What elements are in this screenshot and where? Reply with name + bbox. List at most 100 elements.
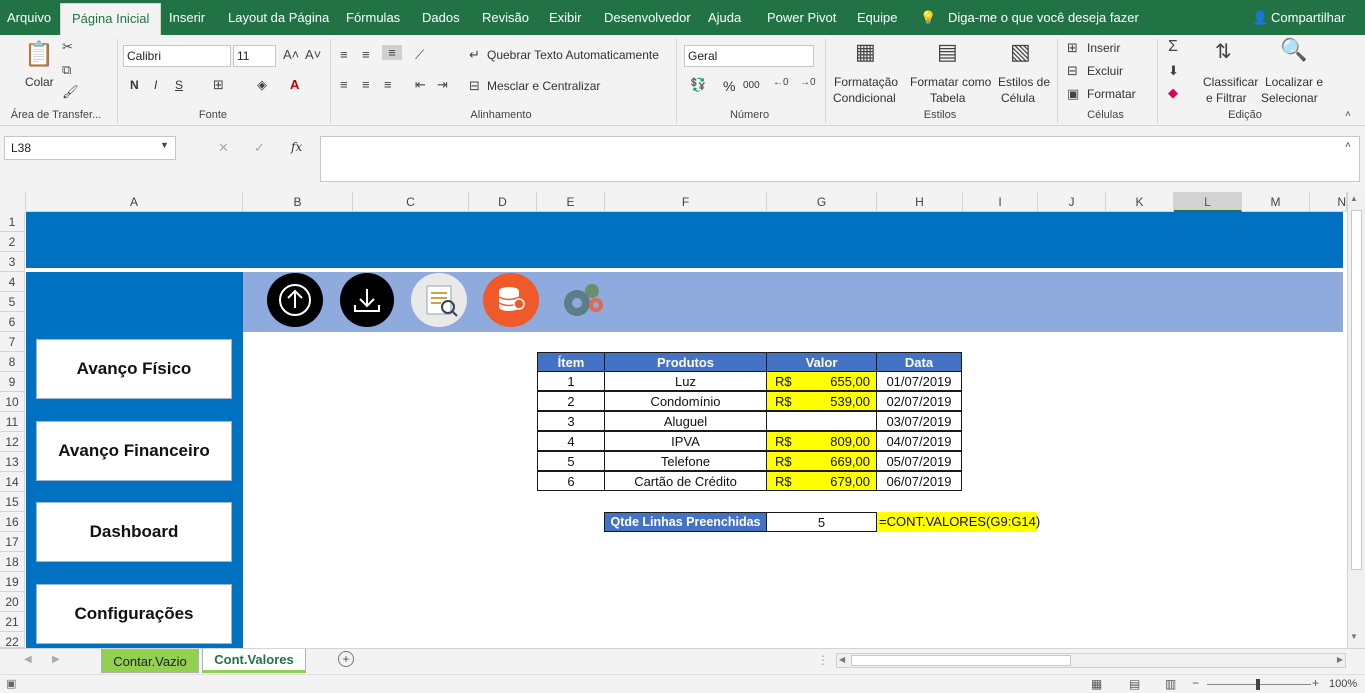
align-middle-icon[interactable]: ≡ xyxy=(362,47,370,62)
scroll-down-icon[interactable]: ▼ xyxy=(1350,632,1358,641)
row-header[interactable]: 19 xyxy=(0,572,25,592)
row-header[interactable]: 3 xyxy=(0,252,25,272)
delete-cells-button[interactable]: Excluir xyxy=(1087,64,1123,78)
row-header[interactable]: 8 xyxy=(0,352,25,372)
summary-formula-note[interactable]: =CONT.VALORES(G9:G14) xyxy=(877,512,1040,532)
row-header[interactable]: 6 xyxy=(0,312,25,332)
zoom-slider-thumb[interactable] xyxy=(1256,679,1260,690)
table-cell-produto[interactable]: Aluguel xyxy=(604,411,767,431)
row-header[interactable]: 12 xyxy=(0,432,25,452)
font-size-select[interactable]: 11 xyxy=(233,45,276,67)
fill-icon[interactable]: ⬇ xyxy=(1168,63,1179,79)
table-cell-item[interactable]: 3 xyxy=(537,411,605,431)
table-cell-produto[interactable]: Telefone xyxy=(604,451,767,471)
orientation-icon[interactable]: ⟋ xyxy=(415,47,424,63)
formula-input[interactable] xyxy=(320,136,1360,182)
row-header[interactable]: 7 xyxy=(0,332,25,352)
tab-inserir[interactable]: Inserir xyxy=(169,0,205,35)
conditional-format-line1[interactable]: Formatação xyxy=(834,75,898,89)
insert-function-button[interactable]: fx xyxy=(291,140,302,154)
database-icon[interactable] xyxy=(483,273,539,327)
row-header[interactable]: 17 xyxy=(0,532,25,552)
vertical-scrollbar[interactable]: ▲ ▼ xyxy=(1347,192,1365,648)
accounting-icon[interactable]: 💱 xyxy=(690,77,706,93)
row-header[interactable]: 2 xyxy=(0,232,25,252)
align-bottom-icon[interactable]: ≡ xyxy=(382,45,402,60)
table-cell-produto[interactable]: Cartão de Crédito xyxy=(604,471,767,491)
paste-button[interactable]: Colar xyxy=(25,75,54,89)
col-header[interactable]: D xyxy=(469,192,537,212)
namebox-dropdown-icon[interactable]: ▼ xyxy=(160,140,169,150)
align-center-icon[interactable]: ≡ xyxy=(362,77,370,92)
align-right-icon[interactable]: ≡ xyxy=(384,77,392,92)
horizontal-scroll-thumb[interactable] xyxy=(851,655,1071,666)
merge-icon[interactable]: ⊟ xyxy=(469,78,480,94)
format-table-line1[interactable]: Formatar como xyxy=(910,75,991,89)
find-select-line2[interactable]: Selecionar xyxy=(1261,91,1318,105)
conditional-format-line2[interactable]: Condicional xyxy=(833,91,896,105)
normal-view-icon[interactable]: ▦ xyxy=(1091,677,1102,691)
scroll-left-icon[interactable]: ◀ xyxy=(839,655,845,664)
paste-icon[interactable]: 📋 xyxy=(24,40,54,70)
tab-dados[interactable]: Dados xyxy=(422,0,460,35)
tab-pagina-inicial[interactable]: Página Inicial xyxy=(60,3,162,35)
row-header[interactable]: 14 xyxy=(0,472,25,492)
table-header[interactable]: Ítem xyxy=(537,352,605,372)
table-cell-data[interactable]: 04/07/2019 xyxy=(876,431,962,451)
vertical-scroll-thumb[interactable] xyxy=(1351,210,1362,570)
tab-revisao[interactable]: Revisão xyxy=(482,0,529,35)
col-header[interactable]: G xyxy=(767,192,877,212)
col-header[interactable]: B xyxy=(243,192,353,212)
page-break-icon[interactable]: ▥ xyxy=(1165,677,1176,691)
row-header[interactable]: 9 xyxy=(0,372,25,392)
col-header[interactable]: K xyxy=(1106,192,1174,212)
tab-ajuda[interactable]: Ajuda xyxy=(708,0,741,35)
table-cell-item[interactable]: 1 xyxy=(537,371,605,391)
row-header[interactable]: 22 xyxy=(0,632,25,649)
nav-avanco-financeiro-button[interactable]: Avanço Financeiro xyxy=(36,421,232,481)
scroll-right-icon[interactable]: ▶ xyxy=(1337,655,1343,664)
tell-me-search[interactable]: Diga-me o que você deseja fazer xyxy=(948,0,1139,35)
cell-styles-line2[interactable]: Célula xyxy=(1001,91,1035,105)
macro-record-icon[interactable]: ▣ xyxy=(6,677,16,690)
horizontal-scrollbar[interactable]: ◀ ▶ xyxy=(836,653,1346,668)
format-table-icon[interactable]: ▤ xyxy=(937,39,958,65)
table-cell-item[interactable]: 4 xyxy=(537,431,605,451)
name-box[interactable]: L38 xyxy=(4,136,176,160)
col-header[interactable]: H xyxy=(877,192,963,212)
table-header[interactable]: Produtos xyxy=(604,352,767,372)
zoom-level[interactable]: 100% xyxy=(1329,678,1357,690)
col-header[interactable]: E xyxy=(537,192,605,212)
select-all-corner[interactable] xyxy=(0,192,26,212)
page-layout-icon[interactable]: ▤ xyxy=(1129,677,1140,691)
tab-arquivo[interactable]: Arquivo xyxy=(7,0,51,35)
zoom-in-icon[interactable]: + xyxy=(1312,676,1319,690)
sheet-tab-cont-valores[interactable]: Cont.Valores xyxy=(202,649,306,673)
format-cells-button[interactable]: Formatar xyxy=(1087,87,1136,101)
row-header[interactable]: 10 xyxy=(0,392,25,412)
col-header[interactable]: M xyxy=(1242,192,1310,212)
scroll-up-icon[interactable]: ▲ xyxy=(1350,194,1358,203)
format-painter-icon[interactable]: 🖌 xyxy=(62,84,79,100)
col-header[interactable]: J xyxy=(1038,192,1106,212)
upload-icon[interactable] xyxy=(267,273,323,327)
decrease-decimal-icon[interactable]: →0 xyxy=(800,77,816,88)
col-header[interactable]: F xyxy=(605,192,767,212)
zoom-out-icon[interactable]: − xyxy=(1192,676,1199,690)
tab-layout[interactable]: Layout da Página xyxy=(228,0,329,35)
table-cell-valor-empty[interactable] xyxy=(766,411,877,431)
summary-value[interactable]: 5 xyxy=(766,512,877,532)
italic-button[interactable]: I xyxy=(154,78,157,92)
table-cell-valor[interactable]: R$ 669,00 xyxy=(766,451,877,471)
table-cell-data[interactable]: 06/07/2019 xyxy=(876,471,962,491)
col-header[interactable]: N xyxy=(1310,192,1347,212)
row-header[interactable]: 20 xyxy=(0,592,25,612)
row-header[interactable]: 1 xyxy=(0,212,25,232)
sort-filter-line2[interactable]: e Filtrar xyxy=(1206,91,1247,105)
expand-formula-icon[interactable]: ˄ xyxy=(1345,140,1351,151)
nav-configuracoes-button[interactable]: Configurações xyxy=(36,584,232,644)
font-color-icon[interactable]: A xyxy=(290,77,299,92)
cell-styles-icon[interactable]: ▧ xyxy=(1010,39,1031,65)
table-cell-valor[interactable]: R$ 679,00 xyxy=(766,471,877,491)
format-cells-icon[interactable]: ▣ xyxy=(1067,86,1079,102)
